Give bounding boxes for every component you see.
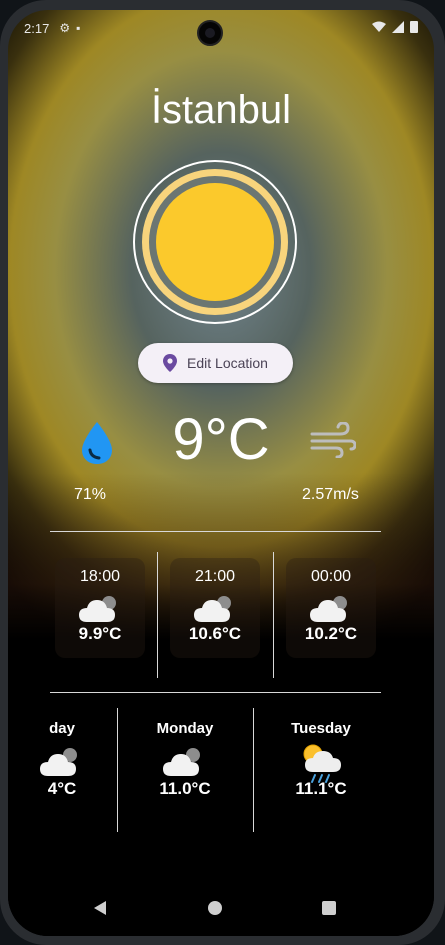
- divider-top: [50, 531, 381, 532]
- wind-speed-value: 2.57m/s: [302, 486, 359, 503]
- day-temp: 11.0°C: [159, 779, 211, 798]
- system-nav-bar: [8, 898, 434, 918]
- back-button[interactable]: [94, 901, 106, 915]
- cloud-icon: [310, 596, 347, 622]
- hour-time: 18:00: [79, 568, 121, 585]
- hourly-card: 18:00 9.9°C: [55, 558, 145, 658]
- sim-status-icon: ▪: [76, 21, 81, 35]
- hour-temp: 10.6°C: [188, 624, 242, 643]
- front-camera: [197, 20, 223, 46]
- hourly-separator: [157, 552, 158, 678]
- day-temp: 4°C: [47, 779, 77, 798]
- location-pin-icon: [163, 354, 178, 372]
- settings-status-icon: ⚙: [59, 21, 71, 35]
- cloud-icon: [194, 596, 231, 622]
- edit-location-label: Edit Location: [187, 355, 268, 371]
- wifi-icon: [372, 21, 386, 36]
- hourly-separator: [273, 552, 274, 678]
- hour-time: 00:00: [310, 568, 352, 585]
- sun-icon: [133, 160, 297, 324]
- sun-rain-icon: [303, 744, 341, 783]
- daily-card: Tuesday 11.1°C: [254, 720, 388, 799]
- cloud-icon: [79, 596, 116, 622]
- day-name: Tuesday: [291, 720, 351, 737]
- battery-icon: [410, 20, 418, 36]
- app-content: 2:17 ⚙ ▪ İstanbul Edit Location 9°C 71% …: [8, 10, 434, 936]
- humidity-value: 71%: [74, 486, 107, 503]
- city-title: İstanbul: [150, 88, 292, 132]
- current-temperature: 9°C: [172, 407, 270, 472]
- hour-temp: 9.9°C: [78, 624, 122, 643]
- cloud-icon: [40, 748, 77, 776]
- day-name: Monday: [156, 720, 214, 737]
- signal-icon: [392, 20, 404, 36]
- day-name: day: [49, 720, 75, 737]
- hour-temp: 10.2°C: [304, 624, 358, 643]
- home-button[interactable]: [208, 901, 222, 915]
- edit-location-button[interactable]: Edit Location: [138, 343, 293, 383]
- daily-card: day 4°C: [8, 720, 116, 799]
- hourly-card: 00:00 10.2°C: [286, 558, 376, 658]
- hour-time: 21:00: [194, 568, 236, 585]
- status-time: 2:17: [24, 20, 50, 36]
- daily-card: Monday 11.0°C: [118, 720, 252, 799]
- hourly-card: 21:00 10.6°C: [170, 558, 260, 658]
- wind-icon: [310, 422, 356, 458]
- divider-bottom: [50, 692, 381, 693]
- recents-button[interactable]: [322, 901, 336, 915]
- cloud-icon: [163, 748, 200, 776]
